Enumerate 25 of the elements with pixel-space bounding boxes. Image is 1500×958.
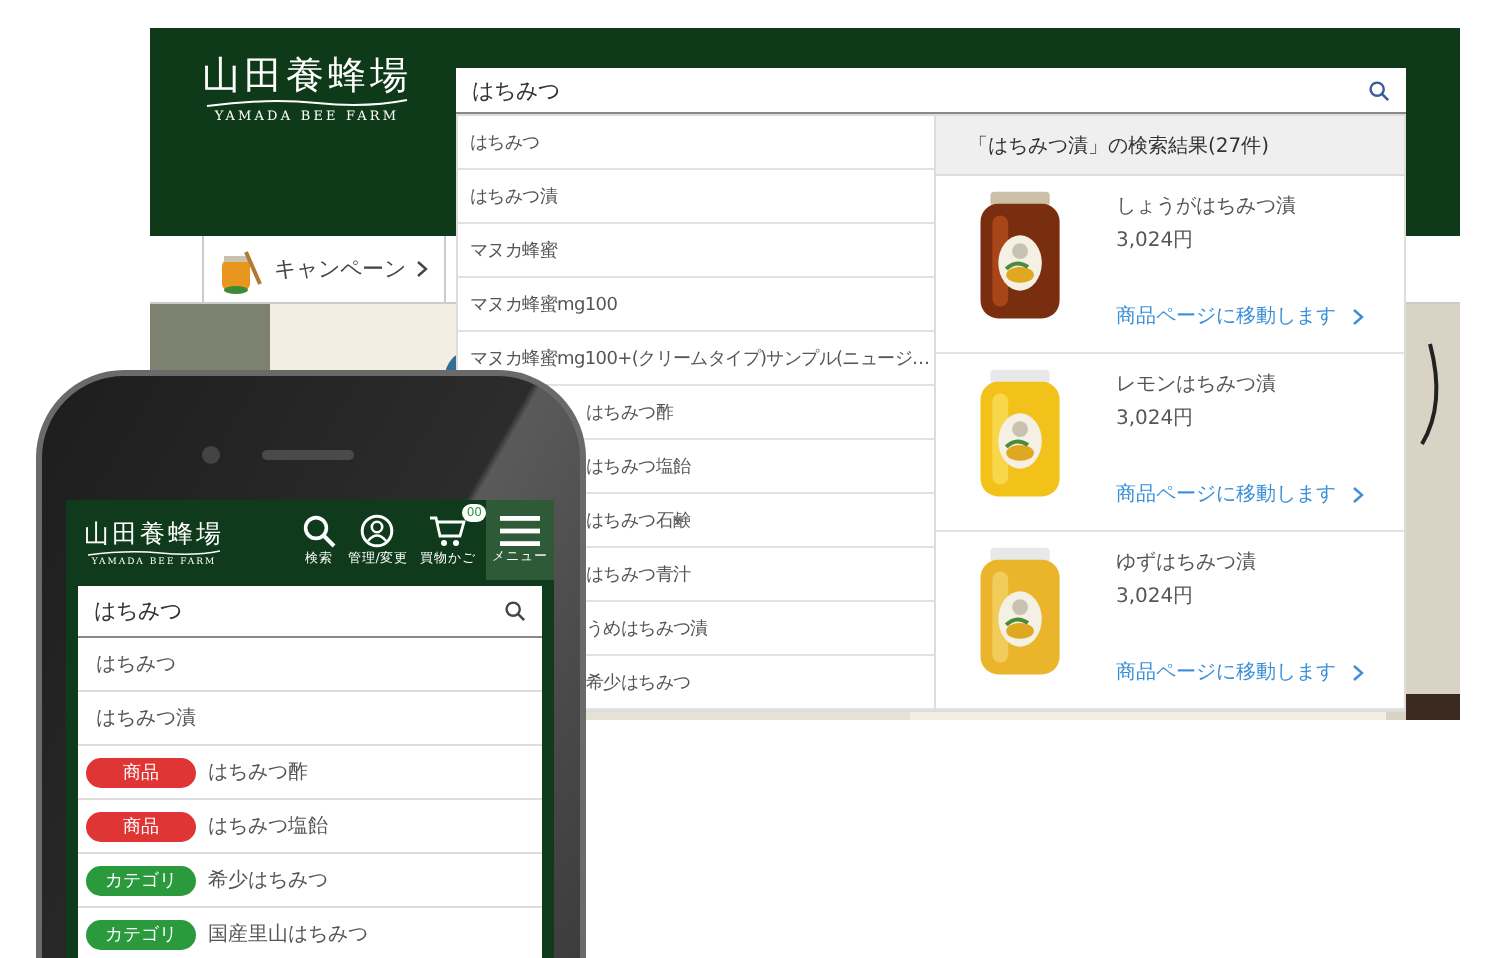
suggestion-text: 希少はちみつ [208, 867, 328, 894]
product-name: しょうがはちみつ漬 [1116, 193, 1298, 220]
suggestion-item[interactable]: カテゴリ 国産里山はちみつ [78, 908, 542, 958]
product-price: 3,024円 [1116, 228, 1196, 254]
chevron-icon [416, 260, 428, 278]
tag: カテゴリ [86, 865, 196, 895]
suggestion-item[interactable]: はちみつ [470, 129, 540, 155]
suggestion-item[interactable]: カテゴリ 希少はちみつ [78, 854, 542, 908]
suggestion-item[interactable]: マヌカ蜂蜜 [470, 237, 558, 263]
tag: 商品 [86, 757, 196, 787]
suggestion-item[interactable]: はちみつ漬 [470, 183, 558, 209]
suggestion-item[interactable]: 商品 はちみつ塩飴 [78, 800, 542, 854]
suggestion-item[interactable]: 商品 はちみつ酢 [78, 746, 542, 800]
suggestion-text: 国産里山はちみつ [208, 921, 368, 948]
swoosh-icon [202, 97, 412, 108]
search-field[interactable]: はちみつ [456, 68, 1406, 114]
results-heading: 「はちみつ漬」の検索結果(27件) [936, 116, 1404, 176]
suggestion-text: はちみつ塩飴 [208, 814, 328, 840]
suggestion-text: はちみつ酢 [208, 760, 308, 786]
search-icon[interactable] [1368, 79, 1390, 101]
suggestion-text: はちみつ漬 [96, 705, 196, 732]
tag: カテゴリ [86, 919, 196, 949]
nav-tab[interactable]: キャンペーン [202, 236, 446, 302]
logo-title: 山田養蜂場 [202, 56, 412, 98]
tag: 商品 [86, 811, 196, 841]
